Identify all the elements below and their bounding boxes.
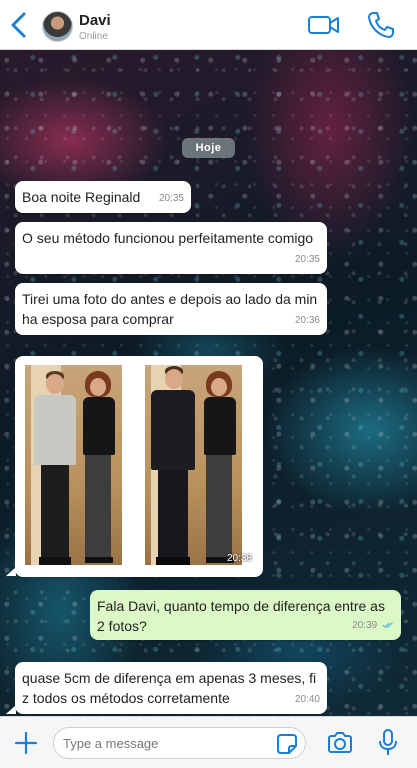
chevron-left-icon[interactable] [8, 10, 30, 40]
sticker-icon[interactable] [276, 733, 298, 755]
message-bubble-outgoing[interactable]: Fala Davi, quanto tempo de diferença ent… [90, 590, 401, 640]
message-text: Fala Davi, quanto tempo de diferença ent… [97, 598, 385, 634]
chat-area[interactable]: Hoje Boa noite Reginald 20:35 O seu méto… [0, 50, 417, 716]
video-camera-icon[interactable] [307, 13, 341, 37]
microphone-icon[interactable] [378, 728, 398, 758]
message-time: 20:36 [294, 315, 320, 326]
after-photo [145, 365, 242, 565]
message-text: Tirei uma foto do antes e depois ao lado… [22, 291, 318, 327]
camera-icon[interactable] [326, 731, 354, 755]
message-bubble[interactable]: quase 5cm de diferença em apenas 3 meses… [15, 662, 327, 714]
message-bubble[interactable]: Boa noite Reginald 20:35 [15, 181, 191, 213]
image-message[interactable]: 20:38 [15, 356, 263, 577]
message-time: 20:39 [352, 616, 394, 636]
message-bubble[interactable]: Tirei uma foto do antes e depois ao lado… [15, 283, 327, 335]
before-photo [25, 365, 122, 565]
double-check-icon [382, 622, 393, 629]
avatar[interactable] [42, 11, 73, 42]
message-text: O seu método funcionou perfeitamente com… [22, 230, 314, 246]
message-time: 20:38 [226, 553, 252, 564]
chat-header: Davi Online [0, 0, 417, 50]
message-time-text: 20:39 [352, 620, 378, 631]
message-time: 20:35 [294, 254, 320, 265]
message-time: 20:35 [158, 193, 184, 204]
plus-icon[interactable] [14, 731, 38, 755]
message-bubble[interactable]: O seu método funcionou perfeitamente com… [15, 222, 327, 274]
message-input-bar [0, 716, 417, 768]
message-input[interactable] [53, 727, 306, 759]
contact-name[interactable]: Davi [79, 12, 111, 29]
message-time: 20:40 [294, 694, 320, 705]
contact-status: Online [79, 31, 108, 42]
date-chip: Hoje [182, 138, 235, 158]
phone-icon[interactable] [366, 10, 396, 40]
message-text: quase 5cm de diferença em apenas 3 meses… [22, 670, 317, 706]
